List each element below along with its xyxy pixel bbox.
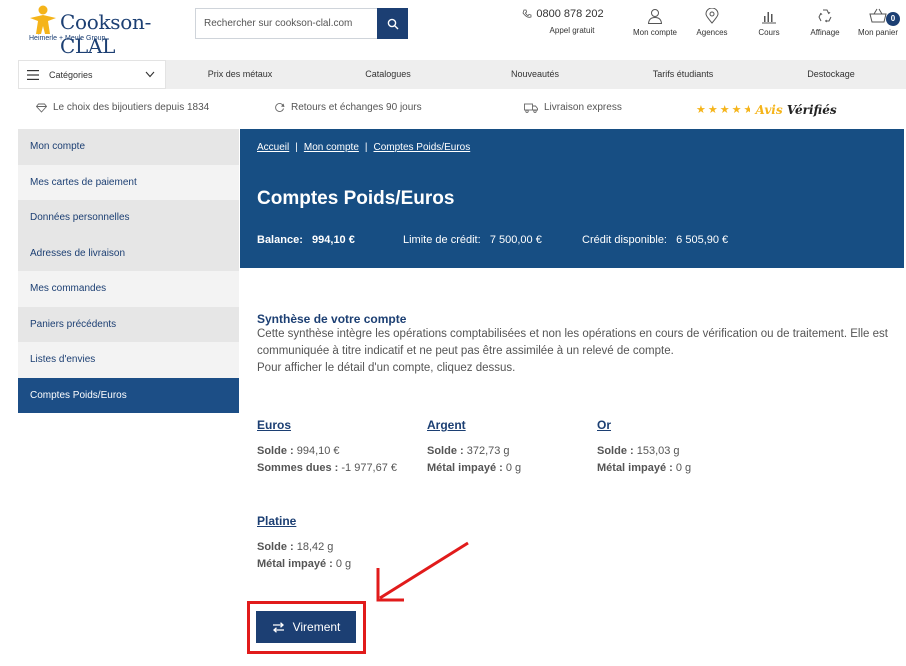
avis-verifies-rating[interactable]: ★ ★ ★ ★ ★ Avis Vérifiés (696, 103, 837, 117)
sidebar-item-cartes-paiement[interactable]: Mes cartes de paiement (18, 164, 239, 200)
available-credit-label: Crédit disponible: (582, 234, 667, 246)
user-icon (647, 9, 663, 24)
categories-menu[interactable]: Catégories (18, 60, 166, 89)
account-card-platine[interactable]: Platine Solde : 18,42 g Métal impayé : 0… (257, 514, 351, 573)
truck-icon (524, 103, 538, 113)
refresh-icon (275, 103, 285, 112)
available-credit: Crédit disponible: 6 505,90 € (582, 234, 728, 246)
chart-icon (762, 12, 776, 24)
sidebar-item-paniers-precedents[interactable]: Paniers précédents (18, 306, 239, 342)
virement-label: Virement (292, 620, 341, 634)
logo-subtitle: Heimerle + Meule Group (29, 35, 106, 42)
star-icon: ★ (707, 103, 718, 116)
search-button[interactable] (377, 8, 408, 39)
account-card-euros[interactable]: Euros Solde : 994,10 € Sommes dues : -1 … (257, 418, 397, 477)
hamburger-icon (27, 69, 39, 80)
breadcrumb-mon-compte[interactable]: Mon compte (304, 142, 359, 153)
synthese-text: Cette synthèse intègre les opérations co… (257, 328, 888, 374)
account-card-argent[interactable]: Argent Solde : 372,73 g Métal impayé : 0… (427, 418, 521, 477)
chevron-down-icon (145, 71, 155, 78)
location-icon (705, 8, 719, 24)
credit-limit: Limite de crédit: 7 500,00 € (403, 234, 542, 246)
categories-label: Catégories (49, 69, 93, 80)
account-name[interactable]: Or (597, 418, 691, 432)
phone-icon (522, 9, 532, 18)
balance-value: 994,10 € (312, 234, 355, 246)
star-icon: ★ (696, 103, 706, 116)
account-name[interactable]: Euros (257, 418, 397, 432)
balance: Balance: 994,10 € (257, 234, 355, 246)
benefit-delivery: Livraison express (524, 102, 622, 113)
nav-item-nouveautes[interactable]: Nouveautés (475, 60, 595, 89)
affinage-link[interactable]: Affinage (806, 8, 844, 37)
sidebar-item-donnees-personnelles[interactable]: Données personnelles (18, 200, 239, 236)
synthese-title: Synthèse de votre compte (257, 312, 407, 326)
phone-number: 0800 878 202 (536, 8, 604, 20)
account-label: Mon compte (632, 28, 678, 37)
phone-contact[interactable]: 0800 878 202 Appel gratuit (518, 8, 608, 35)
synthese-section: Synthèse de votre compte Cette synthèse … (257, 312, 897, 377)
benefit-returns: Retours et échanges 90 jours (274, 102, 422, 113)
cart-link[interactable]: Mon panier 0 (854, 8, 902, 37)
transfer-icon (272, 621, 284, 633)
breadcrumb-comptes-poids-euros[interactable]: Comptes Poids/Euros (374, 142, 471, 153)
cart-count-badge: 0 (886, 12, 900, 26)
header: Cookson-CLAL Heimerle + Meule Group 0800… (0, 0, 906, 60)
credit-limit-value: 7 500,00 € (489, 234, 542, 246)
cart-label: Mon panier (857, 28, 899, 37)
logo-text: Cookson-CLAL (60, 10, 152, 58)
cours-link[interactable]: Cours (750, 8, 788, 37)
account-link[interactable]: Mon compte (630, 8, 680, 37)
logo[interactable]: Cookson-CLAL Heimerle + Meule Group (28, 4, 188, 58)
credit-limit-label: Limite de crédit: (403, 234, 481, 246)
half-star-icon: ★ (743, 104, 750, 116)
affinage-label: Affinage (810, 28, 840, 37)
nav-item-tarifs-etudiants[interactable]: Tarifs étudiants (623, 60, 743, 89)
annotation-arrow-icon (376, 541, 469, 602)
account-name[interactable]: Platine (257, 514, 351, 528)
nav-item-catalogues[interactable]: Catalogues (328, 60, 448, 89)
cours-label: Cours (758, 28, 780, 37)
logo-figure-icon (30, 5, 56, 34)
sidebar-item-mes-commandes[interactable]: Mes commandes (18, 271, 239, 307)
available-credit-value: 6 505,90 € (676, 234, 729, 246)
phone-subtitle: Appel gratuit (549, 26, 595, 35)
star-icon: ★ (719, 103, 730, 116)
agencies-link[interactable]: Agences (690, 8, 734, 37)
benefits-bar: Le choix des bijoutiers depuis 1834 Reto… (0, 89, 906, 127)
basket-icon (869, 8, 887, 23)
virement-button[interactable]: Virement (256, 611, 356, 643)
search-box (195, 8, 408, 39)
balance-label: Balance: (257, 234, 303, 246)
breadcrumb-accueil[interactable]: Accueil (257, 142, 289, 153)
breadcrumb: Accueil | Mon compte | Comptes Poids/Eur… (257, 142, 471, 153)
recycle-icon (818, 9, 832, 23)
sidebar-item-listes-envies[interactable]: Listes d'envies (18, 342, 239, 378)
avis-verifies-logo: Avis Vérifiés (755, 103, 837, 117)
main-nav: Catégories Prix des métaux Catalogues No… (18, 60, 906, 89)
benefit-heritage: Le choix des bijoutiers depuis 1834 (36, 102, 209, 113)
search-input[interactable] (196, 9, 377, 38)
account-card-or[interactable]: Or Solde : 153,03 g Métal impayé : 0 g (597, 418, 691, 477)
page-title: Comptes Poids/Euros (257, 188, 455, 209)
account-name[interactable]: Argent (427, 418, 521, 432)
sidebar-item-adresses-livraison[interactable]: Adresses de livraison (18, 235, 239, 271)
agencies-label: Agences (696, 28, 728, 37)
search-icon (387, 18, 398, 29)
nav-item-destockage[interactable]: Destockage (771, 60, 891, 89)
star-icon: ★ (731, 103, 742, 116)
sidebar-item-comptes-poids-euros[interactable]: Comptes Poids/Euros (18, 377, 239, 413)
account-sidebar: Mon compte Mes cartes de paiement Donnée… (18, 129, 239, 413)
diamond-icon (36, 103, 47, 113)
page-banner: Accueil | Mon compte | Comptes Poids/Eur… (240, 129, 904, 268)
sidebar-item-mon-compte[interactable]: Mon compte (18, 129, 239, 165)
nav-item-prix-metaux[interactable]: Prix des métaux (180, 60, 300, 89)
